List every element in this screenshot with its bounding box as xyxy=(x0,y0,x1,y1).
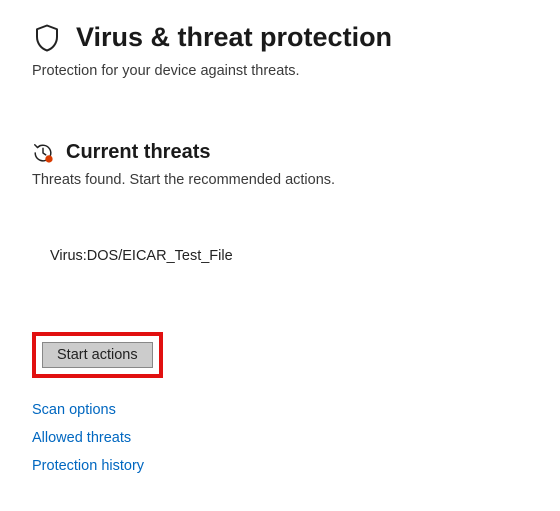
link-list: Scan options Allowed threats Protection … xyxy=(32,402,528,474)
protection-history-link[interactable]: Protection history xyxy=(32,458,528,474)
section-subtitle: Threats found. Start the recommended act… xyxy=(32,172,528,188)
allowed-threats-link[interactable]: Allowed threats xyxy=(32,430,528,446)
start-actions-button[interactable]: Start actions xyxy=(42,342,153,368)
page-subtitle: Protection for your device against threa… xyxy=(32,63,528,79)
page-title: Virus & threat protection xyxy=(76,22,392,53)
scan-options-link[interactable]: Scan options xyxy=(32,402,528,418)
threat-item: Virus:DOS/EICAR_Test_File xyxy=(50,248,528,264)
start-actions-highlight: Start actions xyxy=(32,332,163,378)
history-alert-icon xyxy=(32,142,54,164)
page-header: Virus & threat protection xyxy=(32,22,528,53)
section-header: Current threats xyxy=(32,141,528,164)
shield-icon xyxy=(32,23,62,53)
section-title: Current threats xyxy=(66,141,210,164)
